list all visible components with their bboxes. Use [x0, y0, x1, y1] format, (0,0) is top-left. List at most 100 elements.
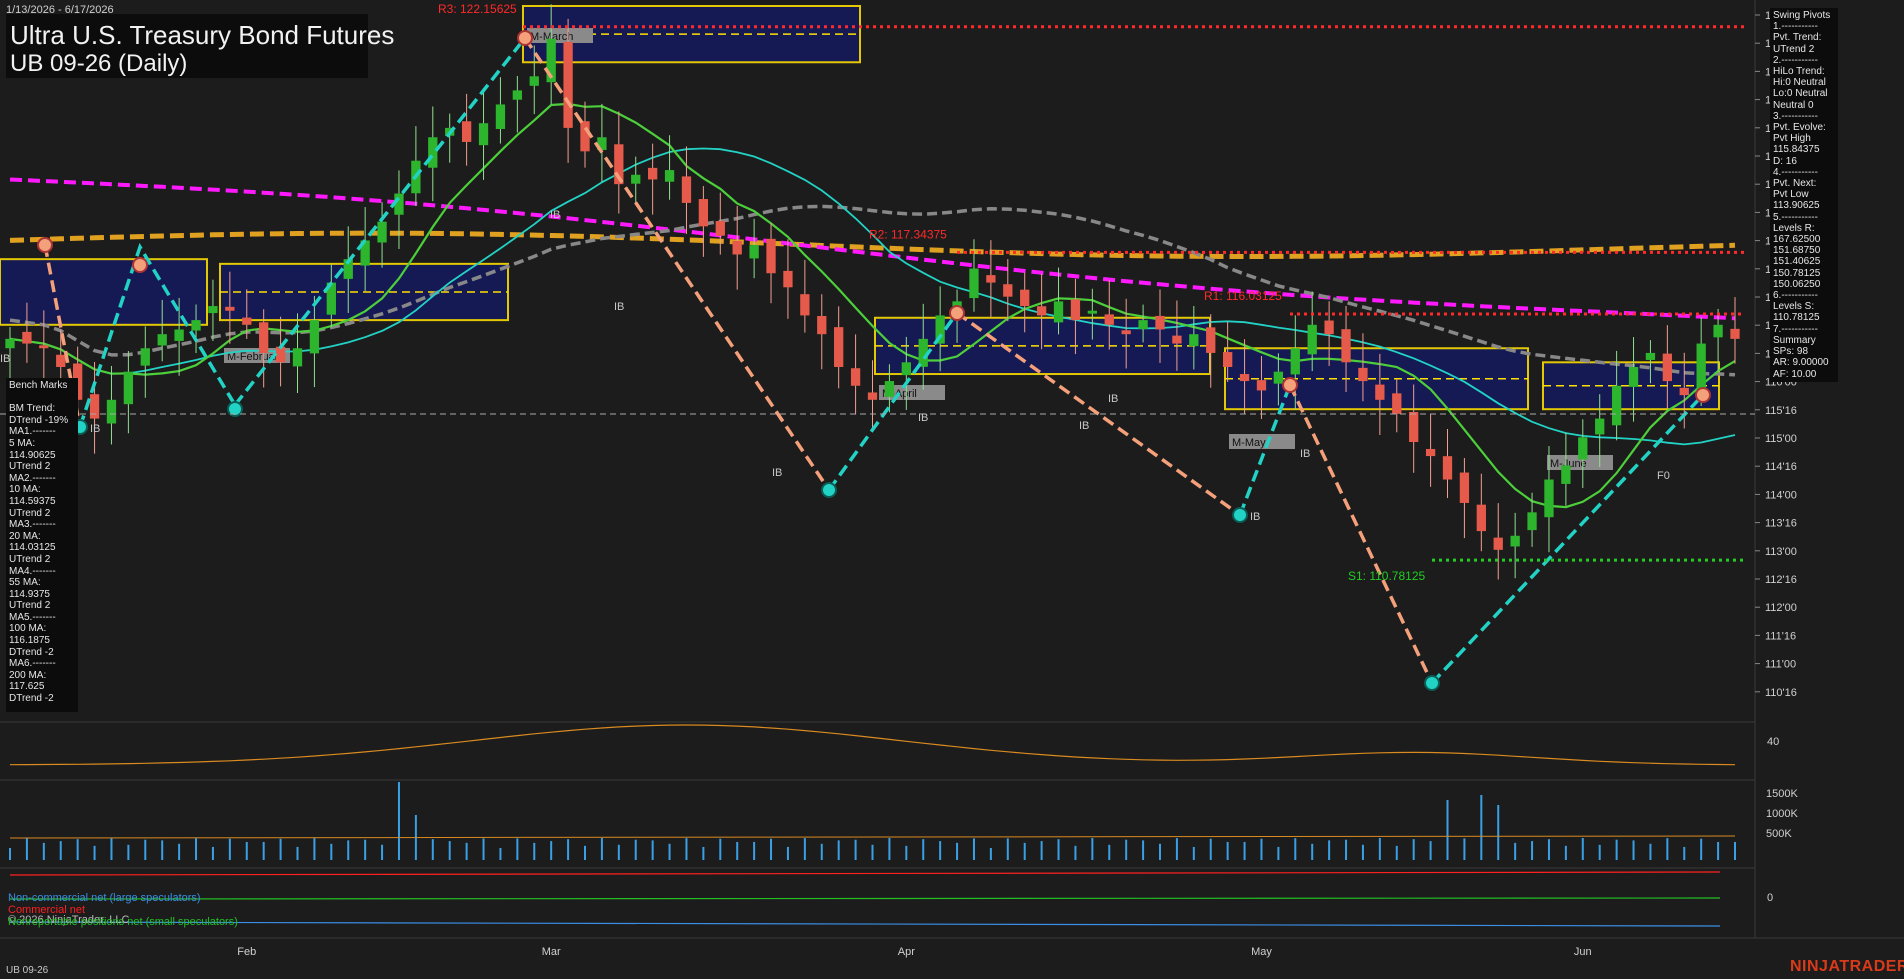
swing-pivot-line: Neutral 0	[1773, 99, 1814, 111]
swing-pivot-line: D: 16	[1773, 155, 1797, 167]
x-tick-label: Apr	[898, 946, 915, 958]
swing-pivot-line: Pvt High	[1773, 133, 1811, 145]
bench-mark-line: DTrend -2	[9, 646, 54, 658]
candle-body	[1070, 299, 1081, 321]
swing-high-marker	[1282, 377, 1298, 393]
candle-body	[225, 306, 235, 311]
candle-body	[1172, 335, 1182, 344]
ib-label: IB	[0, 353, 10, 365]
candle-body	[1256, 380, 1267, 391]
swing-low-marker	[1232, 507, 1248, 523]
bench-mark-line: UTrend 2	[9, 600, 51, 612]
swing-pivot-line: Levels R:	[1773, 222, 1815, 234]
swing-pivot-line: 115.84375	[1773, 144, 1820, 156]
candle-body	[1578, 437, 1588, 460]
bench-mark-line: 117.625	[9, 681, 45, 693]
candle-body	[39, 345, 49, 349]
candle-body	[647, 167, 658, 180]
candle-body	[817, 315, 827, 335]
cot-legend-noncommercial: Non-commercial net (large speculators)	[8, 892, 201, 904]
price-chart[interactable]: 122'16122'00121'16121'00120'16120'00119'…	[0, 0, 1904, 979]
bench-mark-line: 114.59375	[9, 495, 56, 507]
monthly-box-label: M-May	[1232, 437, 1266, 449]
cot-nonreportable-line	[9, 897, 1721, 900]
candle-body	[259, 322, 269, 353]
candle-body	[1222, 352, 1233, 367]
candle-body	[1713, 324, 1723, 338]
candle-body	[715, 221, 725, 236]
swing-pivot-line: Pvt Low	[1773, 189, 1809, 201]
candle-body	[22, 331, 32, 344]
chart-subtitle: UB 09-26 (Daily)	[10, 50, 188, 77]
volume-axis-label: 1500K	[1766, 788, 1798, 800]
candle-body	[174, 329, 184, 341]
swing-pivot-line: 6.-----------	[1773, 290, 1818, 302]
candle-body	[1020, 289, 1030, 307]
candle-body	[1036, 306, 1047, 316]
swing-pivot-line: Swing Pivots	[1773, 10, 1831, 21]
bench-mark-line: 200 MA:	[9, 669, 47, 681]
bench-mark-line: MA4.-------	[9, 565, 56, 577]
candle-body	[732, 240, 742, 255]
price-tick-label: 112'16	[1765, 574, 1797, 586]
brand-logo: NINJATRADER	[1790, 958, 1904, 975]
bench-mark-line: 116.1875	[9, 635, 50, 647]
x-tick-label: Mar	[542, 946, 561, 958]
bench-mark-line: 114.90625	[9, 449, 56, 461]
candle-body	[1442, 456, 1453, 480]
volume-axis-label: 1000K	[1766, 808, 1798, 820]
x-tick-label: Feb	[237, 946, 256, 958]
price-tick-label: 111'16	[1765, 630, 1796, 642]
price-tick-label: 113'16	[1765, 518, 1797, 530]
candle-body	[563, 41, 573, 128]
candle-body	[1341, 329, 1351, 363]
swing-pivot-line: 113.90625	[1773, 200, 1820, 212]
candle-body	[766, 238, 776, 274]
bench-mark-line: UTrend 2	[9, 461, 51, 473]
candle-body	[461, 121, 472, 142]
cot-commercial-line	[9, 871, 1721, 876]
candle-body	[89, 394, 100, 419]
candle-body	[1239, 374, 1250, 382]
swing-pivot-line: 4.-----------	[1773, 166, 1818, 178]
candle-body	[1121, 330, 1131, 335]
bench-mark-line: BM Trend:	[9, 403, 56, 415]
candle-body	[580, 121, 590, 152]
price-tick-label: 111'00	[1765, 659, 1796, 671]
bench-mark-line: 100 MA:	[9, 623, 47, 635]
candle-body	[1425, 448, 1436, 457]
candle-body	[1003, 284, 1013, 297]
swing-pivot-line: UTrend 2	[1773, 43, 1815, 55]
price-tick-label: 115'00	[1765, 433, 1797, 445]
ib-label: IB	[614, 301, 624, 313]
candle-body	[1206, 327, 1216, 353]
swing-low-marker	[1424, 675, 1440, 691]
candle-body	[495, 104, 506, 129]
candle-body	[1662, 353, 1673, 382]
monthly-box	[0, 258, 208, 326]
price-tick-label: 114'00	[1765, 489, 1797, 501]
candle-body	[698, 199, 709, 227]
bench-mark-line: UTrend 2	[9, 553, 51, 565]
bench-mark-line: DTrend -19%	[9, 414, 69, 426]
candle-body	[123, 371, 134, 405]
swing-pivot-line: SPs: 98	[1773, 346, 1809, 358]
x-tick-label: May	[1251, 946, 1272, 958]
bench-mark-line: MA6.-------	[9, 658, 56, 670]
candle-body	[5, 338, 15, 349]
swing-zigzag	[523, 37, 831, 491]
swing-pivot-line: Summary	[1773, 334, 1816, 346]
candle-body	[309, 320, 320, 354]
swing-high-marker	[949, 305, 965, 321]
candle-body	[208, 306, 218, 314]
candle-body	[1510, 535, 1520, 547]
candle-body	[1544, 479, 1554, 518]
candle-body	[1459, 472, 1470, 503]
candle-body	[1290, 348, 1300, 375]
candle-body	[1138, 320, 1148, 330]
price-tick-label: 113'00	[1765, 546, 1797, 558]
candle-body	[1087, 310, 1098, 314]
candle-body	[681, 176, 692, 203]
ib-label: IB	[1079, 420, 1089, 432]
swing-zigzag	[1430, 393, 1705, 685]
